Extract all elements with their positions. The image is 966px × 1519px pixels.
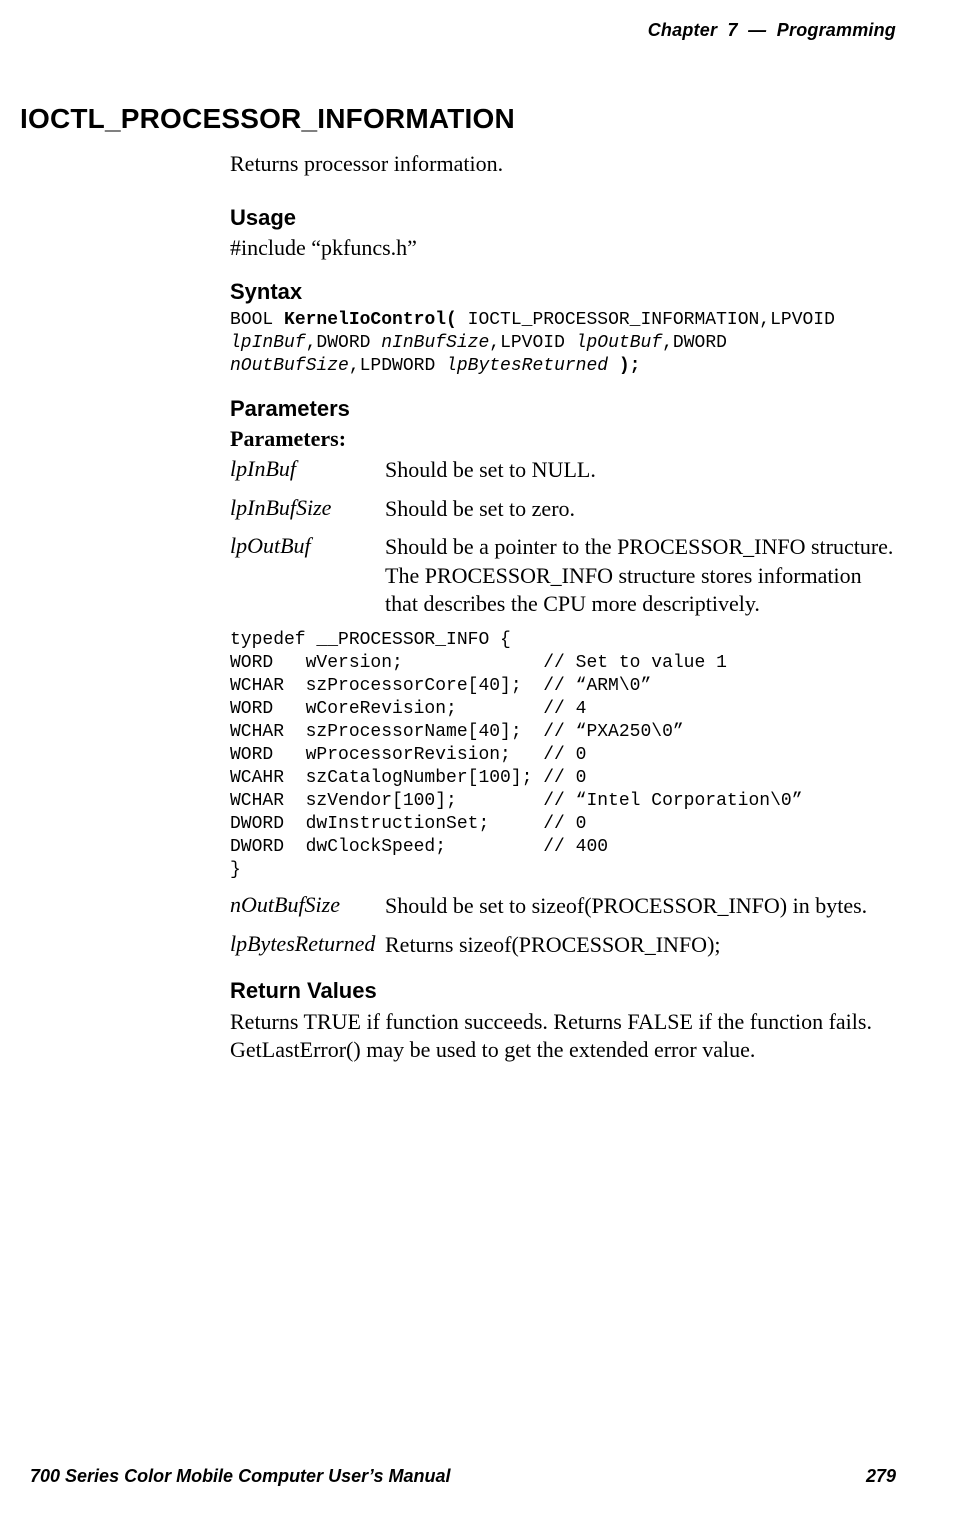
- param-desc: Should be set to NULL.: [385, 456, 596, 485]
- return-heading: Return Values: [230, 978, 896, 1004]
- syntax-param: lpInBuf: [230, 333, 306, 353]
- header-separator: —: [738, 20, 777, 40]
- param-row: lpInBufSize Should be set to zero.: [230, 495, 896, 524]
- param-desc: Returns sizeof(PROCESSOR_INFO);: [385, 931, 721, 960]
- syntax-code: BOOL KernelIoControl( IOCTL_PROCESSOR_IN…: [230, 309, 896, 378]
- section-intro: Returns processor information.: [230, 151, 896, 177]
- param-name: nOutBufSize: [230, 892, 385, 918]
- syntax-text: ,LPVOID: [489, 333, 575, 353]
- running-header: Chapter 7 — Programming: [30, 20, 896, 41]
- syntax-heading: Syntax: [230, 279, 896, 305]
- syntax-text: ,DWORD: [662, 333, 727, 353]
- syntax-bold: KernelIoControl(: [284, 310, 457, 330]
- section-title: IOCTL_PROCESSOR_INFORMATION: [20, 103, 896, 135]
- param-desc: Should be set to zero.: [385, 495, 575, 524]
- syntax-param: lpBytesReturned: [446, 356, 608, 376]
- chapter-title: Programming: [777, 20, 896, 40]
- usage-heading: Usage: [230, 205, 896, 231]
- param-name: lpBytesReturned: [230, 931, 385, 957]
- usage-include: #include “pkfuncs.h”: [230, 235, 896, 261]
- syntax-param: nInBufSize: [381, 333, 489, 353]
- syntax-bold: );: [608, 356, 640, 376]
- book-title: 700 Series Color Mobile Computer User’s …: [30, 1466, 450, 1487]
- syntax-param: lpOutBuf: [576, 333, 662, 353]
- param-row: nOutBufSize Should be set to sizeof(PROC…: [230, 892, 896, 921]
- param-name: lpOutBuf: [230, 533, 385, 559]
- param-row: lpBytesReturned Returns sizeof(PROCESSOR…: [230, 931, 896, 960]
- return-body: Returns TRUE if function succeeds. Retur…: [230, 1008, 896, 1065]
- param-row: lpOutBuf Should be a pointer to the PROC…: [230, 533, 896, 619]
- param-desc: Should be set to sizeof(PROCESSOR_INFO) …: [385, 892, 867, 921]
- param-desc: Should be a pointer to the PROCESSOR_INF…: [385, 533, 896, 619]
- struct-code: typedef __PROCESSOR_INFO { WORD wVersion…: [230, 629, 896, 882]
- param-name: lpInBufSize: [230, 495, 385, 521]
- chapter-label: Chapter 7: [648, 20, 738, 40]
- syntax-text: IOCTL_PROCESSOR_INFORMATION,LPVOID: [457, 310, 835, 330]
- page-footer: 700 Series Color Mobile Computer User’s …: [30, 1466, 896, 1487]
- syntax-text: BOOL: [230, 310, 284, 330]
- page-number: 279: [866, 1466, 896, 1487]
- parameters-label: Parameters:: [230, 426, 896, 452]
- page: Chapter 7 — Programming IOCTL_PROCESSOR_…: [0, 0, 966, 1519]
- syntax-text: ,DWORD: [306, 333, 382, 353]
- param-name: lpInBuf: [230, 456, 385, 482]
- syntax-param: nOutBufSize: [230, 356, 349, 376]
- param-row: lpInBuf Should be set to NULL.: [230, 456, 896, 485]
- syntax-text: ,LPDWORD: [349, 356, 446, 376]
- parameters-heading: Parameters: [230, 396, 896, 422]
- body-column: Returns processor information. Usage #in…: [230, 151, 896, 1065]
